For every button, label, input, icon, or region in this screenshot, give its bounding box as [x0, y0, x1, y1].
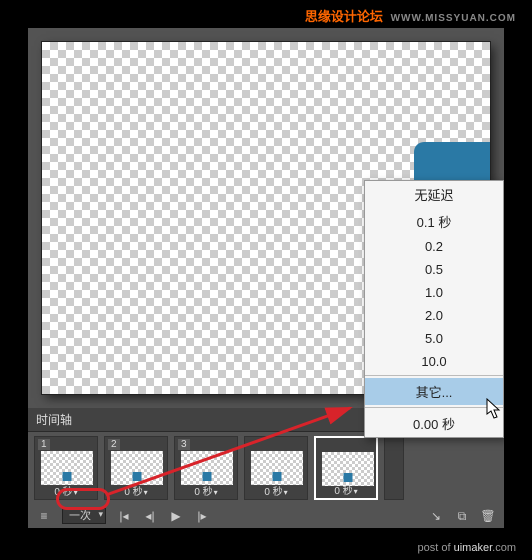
prev-frame-icon[interactable]: ◂|	[142, 509, 158, 523]
menu-item-0-5[interactable]: 0.5	[365, 258, 503, 281]
frame-delay[interactable]: 0 秒▾	[316, 482, 376, 497]
menu-item-0-1[interactable]: 0.1 秒	[365, 208, 503, 235]
frame-thumb	[181, 451, 233, 485]
duplicate-frame-icon[interactable]: ⧉	[454, 509, 470, 523]
first-frame-icon[interactable]: |◂	[116, 509, 132, 523]
frame-partial[interactable]	[384, 436, 404, 500]
menu-item-5-0[interactable]: 5.0	[365, 327, 503, 350]
timeline-title: 时间轴	[36, 411, 72, 428]
menu-item-2-0[interactable]: 2.0	[365, 304, 503, 327]
frame-thumb	[322, 452, 374, 486]
menu-item-no-delay[interactable]: 无延迟	[365, 181, 503, 208]
delete-frame-icon[interactable]: 🗑	[480, 509, 496, 523]
menu-separator	[365, 407, 503, 408]
play-icon[interactable]: ▶	[168, 509, 184, 523]
menu-item-0-2[interactable]: 0.2	[365, 235, 503, 258]
next-frame-icon[interactable]: |▸	[194, 509, 210, 523]
menu-item-current[interactable]: 0.00 秒	[365, 410, 503, 437]
frame-number: 1	[38, 439, 50, 450]
menu-item-other[interactable]: 其它...	[365, 378, 503, 405]
frame-number: 3	[178, 439, 190, 450]
menu-icon[interactable]: ≡	[36, 509, 52, 523]
frame-delay[interactable]: 0 秒▾	[175, 483, 237, 498]
cursor-icon	[486, 398, 502, 420]
frame-thumb	[251, 451, 303, 485]
delay-menu: 无延迟 0.1 秒 0.2 0.5 1.0 2.0 5.0 10.0 其它...…	[364, 180, 504, 438]
frame-delay[interactable]: 0 秒▾	[245, 483, 307, 498]
menu-item-1-0[interactable]: 1.0	[365, 281, 503, 304]
frame-thumb	[111, 451, 163, 485]
frame-3[interactable]: 3 0 秒▾	[174, 436, 238, 500]
menu-item-10-0[interactable]: 10.0	[365, 350, 503, 373]
tween-icon[interactable]: ↘	[428, 509, 444, 523]
frame-4[interactable]: 0 秒▾	[244, 436, 308, 500]
loop-select-wrap[interactable]: 一次	[62, 508, 106, 524]
frame-5-selected[interactable]: 0 秒▾	[314, 436, 378, 500]
frame-2[interactable]: 2 0 秒▾	[104, 436, 168, 500]
menu-separator	[365, 375, 503, 376]
loop-select[interactable]: 一次	[62, 508, 106, 524]
frame-number: 2	[108, 439, 120, 450]
watermark-bottom: post of uimaker.com	[418, 542, 516, 554]
watermark-top: 思缘设计论坛 WWW.MISSYUAN.COM	[305, 6, 516, 25]
annotation-circle	[56, 488, 110, 510]
frame-delay[interactable]: 0 秒▾	[105, 483, 167, 498]
frame-thumb	[41, 451, 93, 485]
